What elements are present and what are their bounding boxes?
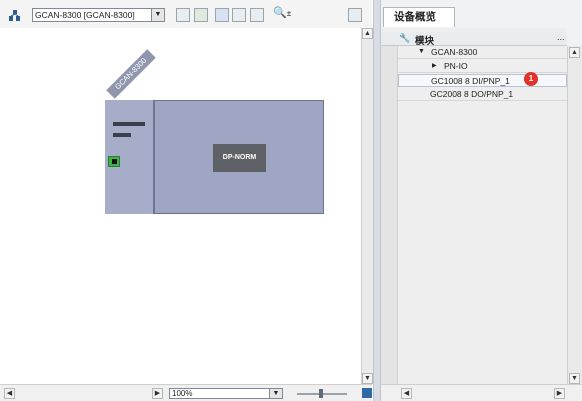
scroll-up-icon[interactable]: ▲ [362,28,373,39]
navigator-icon[interactable] [362,388,372,398]
zoom-in-icon[interactable]: 🔍± [273,6,297,22]
scroll-right-icon[interactable]: ▶ [152,388,163,399]
tree-row-label: GCAN-8300 [431,47,478,57]
tree-row-gc1008[interactable]: GC1008 8 DI/PNP_1 [398,74,567,87]
device-select-value: GCAN-8300 [GCAN-8300] [35,10,135,20]
table-view-icon[interactable] [176,8,190,22]
dp-norm-module[interactable]: DP-NORM [213,144,266,172]
tree-row-label: PN-IO [444,61,468,71]
status-bar [113,122,145,126]
module-list-icon[interactable] [194,8,208,22]
scroll-up-icon[interactable]: ▲ [569,47,580,58]
tree-row-pn-io[interactable]: ▶ PN-IO [398,60,567,73]
chevron-down-icon[interactable]: ▼ [151,9,164,21]
status-bar [113,133,131,137]
step-badge: 1 [524,72,538,86]
scroll-left-icon[interactable]: ◀ [401,388,412,399]
network-view-icon[interactable] [8,8,22,22]
port-icon[interactable] [108,156,120,167]
zoom-slider-handle[interactable] [319,389,323,398]
expand-icon[interactable]: ▼ [418,46,425,58]
canvas-bottom-bar: ◀ ▶ 100% ▼ [0,384,372,401]
overview-toggle-icon[interactable] [348,8,362,22]
page-view-icon[interactable] [250,8,264,22]
expand-icon[interactable]: ▶ [432,60,437,72]
column-more[interactable]: ... [557,32,565,42]
module-icon: 🔧 [399,33,411,43]
grid-icon[interactable] [232,8,246,22]
scroll-right-icon[interactable]: ▶ [554,388,565,399]
overview-bottom-bar: ◀ ▶ [381,384,582,401]
tree-row-label: GC1008 8 DI/PNP_1 [431,76,510,86]
scroll-down-icon[interactable]: ▼ [362,373,373,384]
zoom-select[interactable]: 100% ▼ [169,388,283,399]
zoom-value: 100% [172,389,193,398]
tree-row-gc2008[interactable]: GC2008 8 DO/PNP_1 [398,88,567,101]
overview-vertical-scrollbar[interactable]: ▲ ▼ [567,46,582,384]
row-gutter [381,46,398,384]
grid-header: 🔧 模块 ... [381,32,567,47]
chevron-down-icon[interactable]: ▼ [269,389,282,398]
device-view-toolbar: GCAN-8300 [GCAN-8300] ▼ 🔍± [0,0,372,28]
tree-row-gcan-8300[interactable]: ▼ GCAN-8300 [398,46,567,59]
device-select[interactable]: GCAN-8300 [GCAN-8300] ▼ [32,8,165,22]
column-header-module[interactable]: 模块 [415,33,434,47]
scroll-down-icon[interactable]: ▼ [569,373,580,384]
edit-icon[interactable] [215,8,229,22]
canvas-vertical-scrollbar[interactable]: ▲ ▼ [361,28,373,384]
scroll-left-icon[interactable]: ◀ [4,388,15,399]
tab-device-overview[interactable]: 设备概览 [383,7,455,27]
panel-splitter[interactable] [373,0,381,401]
tree-row-label: GC2008 8 DO/PNP_1 [430,89,514,99]
